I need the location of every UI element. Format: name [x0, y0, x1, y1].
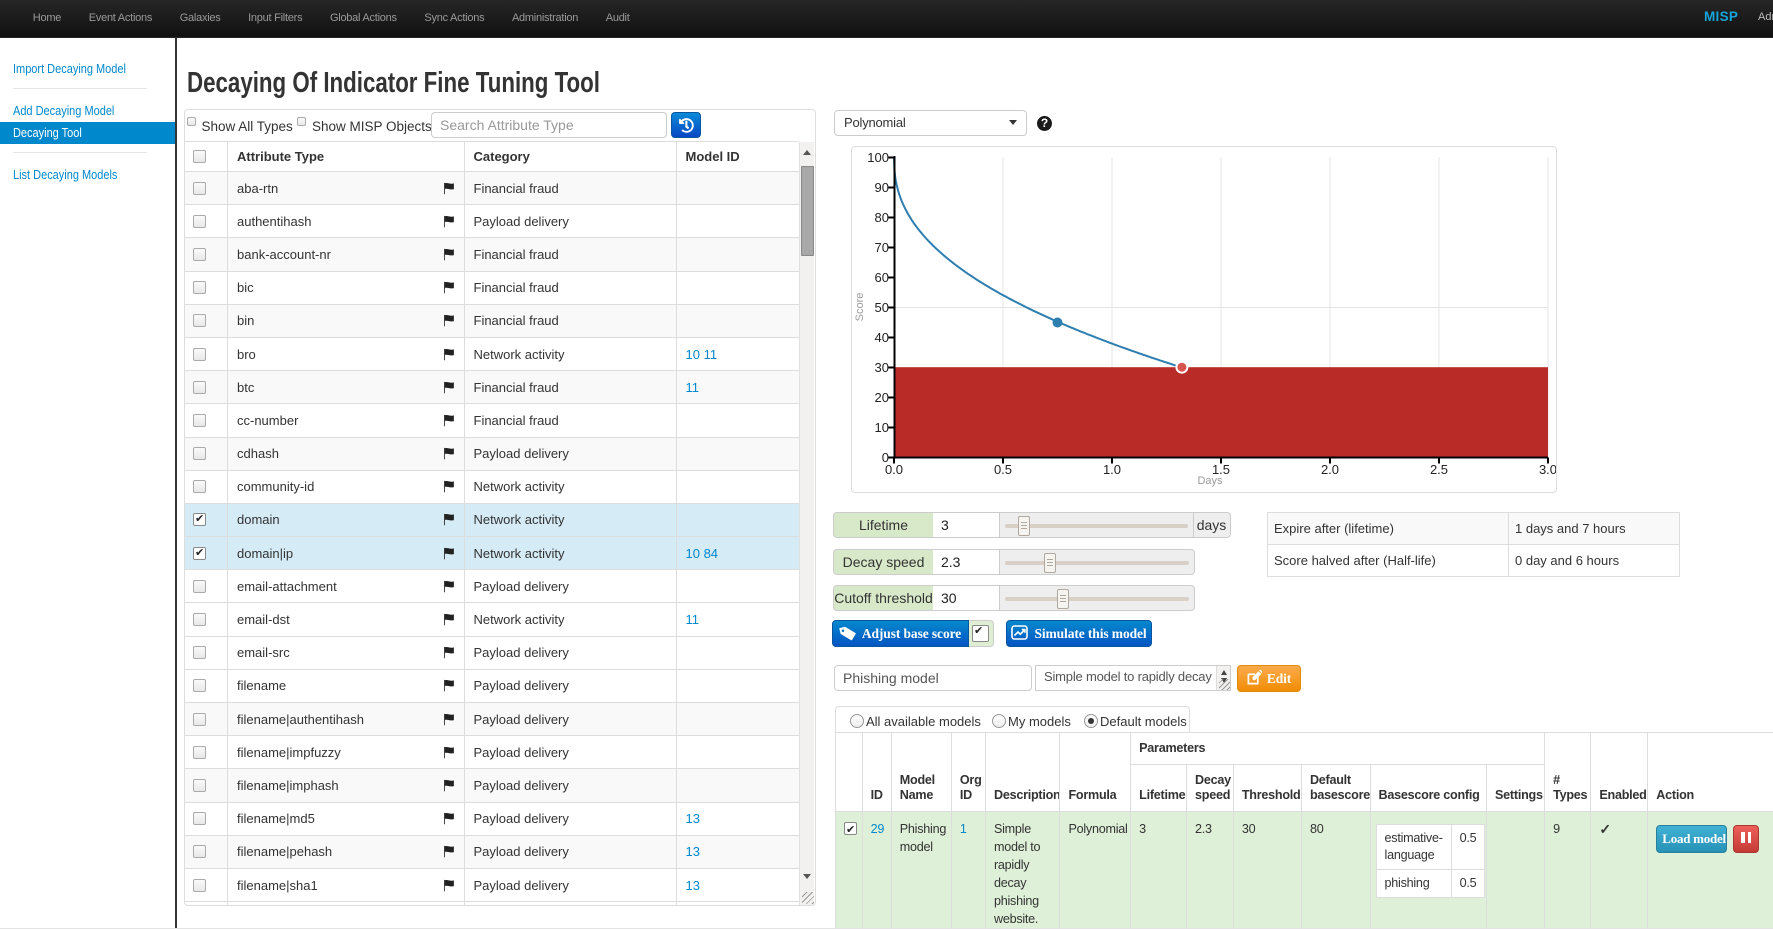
svg-text:70: 70: [875, 240, 889, 255]
svg-text:100: 100: [867, 150, 889, 165]
svg-text:20: 20: [875, 390, 889, 405]
svg-text:Days: Days: [1197, 475, 1223, 487]
svg-text:Score: Score: [854, 293, 866, 322]
svg-text:0.5: 0.5: [994, 462, 1012, 477]
svg-text:60: 60: [875, 270, 889, 285]
svg-text:3.0: 3.0: [1539, 462, 1556, 477]
svg-text:30: 30: [875, 360, 889, 375]
svg-text:80: 80: [875, 210, 889, 225]
svg-text:90: 90: [875, 180, 889, 195]
svg-text:2.5: 2.5: [1430, 462, 1448, 477]
svg-text:2.0: 2.0: [1321, 462, 1339, 477]
svg-text:1.0: 1.0: [1103, 462, 1121, 477]
svg-text:50: 50: [875, 300, 889, 315]
svg-text:40: 40: [875, 330, 889, 345]
svg-text:10: 10: [875, 420, 889, 435]
svg-text:0.0: 0.0: [885, 462, 903, 477]
